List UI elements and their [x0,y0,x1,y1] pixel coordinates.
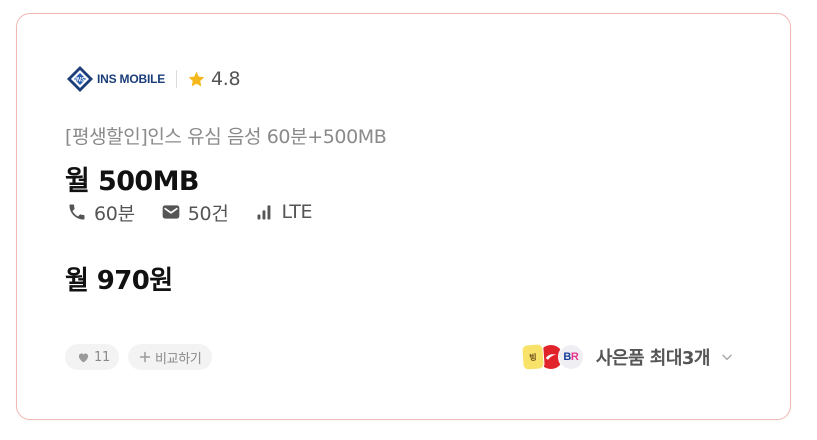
heart-icon [78,352,89,362]
svg-text:INS: INS [75,78,85,84]
plan-specs: 60분 50건 LTE [67,199,338,226]
spec-voice: 60분 [67,199,135,226]
banana-milk-badge-icon: 빙 [520,343,545,371]
signal-icon [257,205,270,220]
star-icon [188,71,205,86]
gift-dropdown[interactable]: 빙 BR 사은품 최대3개 [520,342,734,372]
card-actions: 11 비교하기 [65,344,221,370]
spec-sms: 50건 [161,199,229,226]
data-amount: 월 500MB [65,166,199,197]
like-button[interactable]: 11 [65,344,119,370]
plan-name: [평생할인]인스 유심 음성 60분+500MB [65,126,387,148]
spec-network: LTE [255,201,313,223]
provider-row: INS INS MOBILE 4.8 [65,64,241,94]
rating-value: 4.8 [211,68,241,90]
coke-wave-icon [545,354,557,360]
spec-sms-value: 50건 [187,202,229,225]
message-icon [162,205,180,219]
baskin-robbins-badge-icon: BR [557,344,584,370]
like-count: 11 [94,349,110,365]
compare-button[interactable]: 비교하기 [127,344,212,370]
provider-logo: INS INS MOBILE [65,64,165,94]
phone-icon [69,204,85,220]
spec-voice-value: 60분 [94,202,135,225]
provider-logo-text: INS MOBILE [97,72,166,86]
gift-brand-badges: 빙 BR [520,343,584,371]
provider-rating: 4.8 [187,68,241,90]
plan-card[interactable]: INS INS MOBILE 4.8 [평생할인]인스 유심 음성 60분+50… [16,13,791,420]
chevron-down-icon [722,354,732,361]
monthly-price: 월 970원 [65,266,173,296]
compare-label: 비교하기 [154,351,202,367]
gift-label: 사은품 최대3개 [595,348,711,369]
plus-icon [139,351,151,363]
spec-network-value: LTE [281,201,313,223]
ins-mobile-logo-icon: INS [67,66,93,92]
provider-divider [176,70,178,88]
